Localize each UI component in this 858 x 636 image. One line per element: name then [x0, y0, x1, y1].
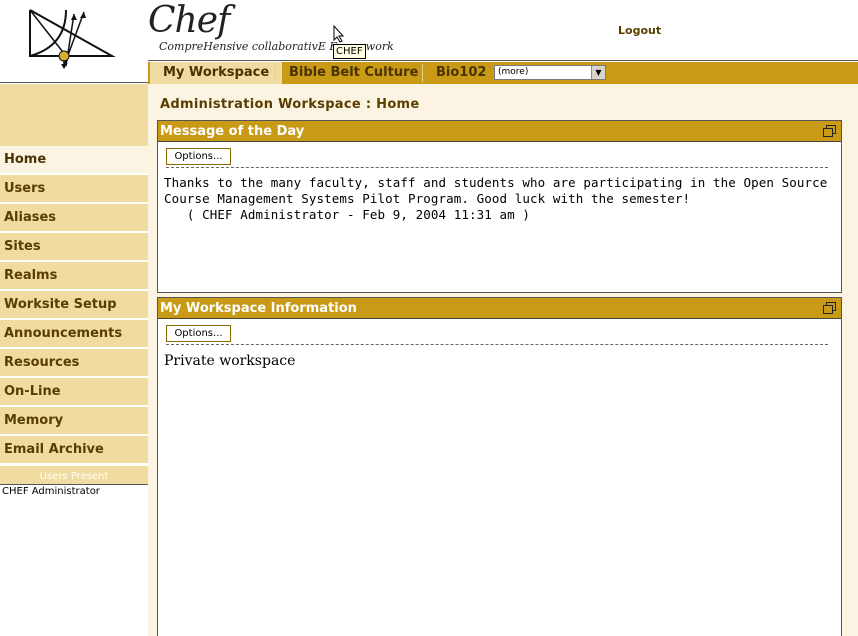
users-present-divider [0, 484, 148, 485]
sidebar-item-email-archive[interactable]: Email Archive [0, 436, 148, 464]
workspace-description: Private workspace [164, 353, 296, 369]
tool-sidebar: Home Users Aliases Sites Realms Worksite… [0, 84, 148, 636]
sidebar-item-aliases[interactable]: Aliases [0, 204, 148, 232]
tab-bible-belt-culture[interactable]: Bible Belt Culture [276, 62, 431, 84]
sidebar-item-resources[interactable]: Resources [0, 349, 148, 377]
header-divider [0, 82, 148, 83]
more-sites-value: (more) [498, 67, 529, 77]
panel-title: My Workspace Information [160, 301, 357, 316]
dashed-divider [166, 167, 828, 168]
sidebar-item-memory[interactable]: Memory [0, 407, 148, 435]
sidebar-item-users[interactable]: Users [0, 175, 148, 203]
chef-logo [29, 9, 116, 69]
message-of-the-day-panel: Message of the Day Options... Thanks to … [157, 120, 842, 293]
header-divider-right [148, 60, 858, 61]
panel-title: Message of the Day [160, 124, 305, 139]
sidebar-item-home[interactable]: Home [0, 146, 148, 174]
dashed-divider [166, 344, 828, 345]
breadcrumb: Administration Workspace : Home [160, 97, 420, 112]
tab-bio102[interactable]: Bio102 [423, 62, 499, 84]
sidebar-item-on-line[interactable]: On-Line [0, 378, 148, 406]
maximize-icon[interactable] [823, 125, 836, 137]
users-present-name: CHEF Administrator [2, 486, 100, 497]
motd-message: Thanks to the many faculty, staff and st… [164, 175, 828, 222]
maximize-icon[interactable] [823, 302, 836, 314]
sidebar-item-announcements[interactable]: Announcements [0, 320, 148, 348]
users-present-heading: Users Present [0, 466, 148, 484]
panel-title-bar: My Workspace Information [158, 298, 841, 319]
options-button[interactable]: Options... [166, 148, 231, 165]
more-sites-select[interactable]: (more) ▼ [494, 65, 606, 80]
logout-link[interactable]: Logout [618, 24, 661, 37]
site-tab-bar: My Workspace Bible Belt Culture Bio102 (… [148, 62, 858, 84]
sidebar-header-space [0, 84, 148, 146]
tab-my-workspace[interactable]: My Workspace [150, 62, 283, 84]
tooltip: CHEF [333, 44, 366, 59]
workspace-information-panel: My Workspace Information Options... Priv… [157, 297, 842, 636]
sidebar-item-sites[interactable]: Sites [0, 233, 148, 261]
brand-title: Chef [148, 0, 230, 41]
options-button[interactable]: Options... [166, 325, 231, 342]
sidebar-item-realms[interactable]: Realms [0, 262, 148, 290]
panel-title-bar: Message of the Day [158, 121, 841, 142]
chevron-down-icon[interactable]: ▼ [591, 66, 605, 79]
sidebar-item-worksite-setup[interactable]: Worksite Setup [0, 291, 148, 319]
mouse-pointer-icon [333, 25, 345, 43]
main-content: Administration Workspace : Home Message … [148, 84, 858, 636]
